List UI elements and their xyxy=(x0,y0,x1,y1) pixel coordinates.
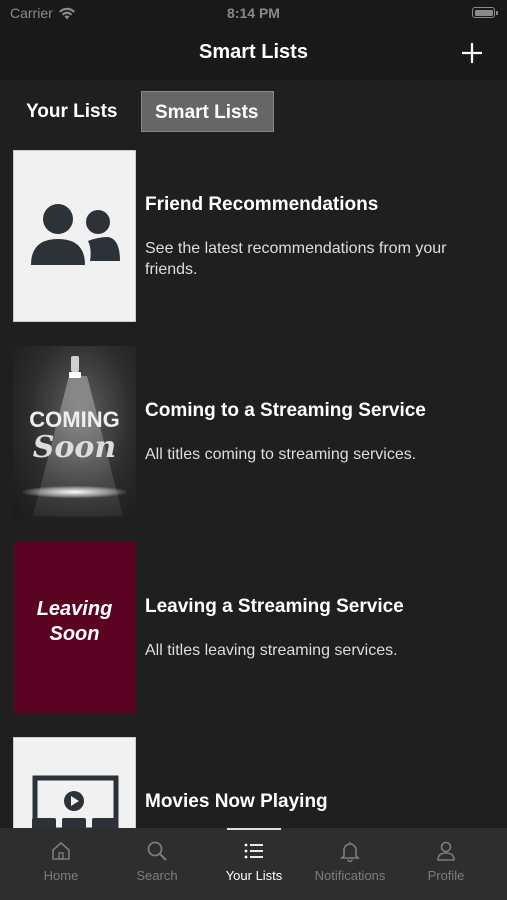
list-thumbnail: Leaving Soon xyxy=(13,542,136,714)
list-item-title: Friend Recommendations xyxy=(145,194,379,215)
tab-label: Home xyxy=(43,868,79,883)
list-thumbnail xyxy=(13,737,136,828)
tab-label: Search xyxy=(136,868,178,883)
leaving-soon-label: Leaving Soon xyxy=(13,597,136,647)
list-item-friend-recommendations[interactable]: Friend Recommendations See the latest re… xyxy=(0,150,507,323)
list-item-title: Leaving a Streaming Service xyxy=(145,596,404,617)
tab-bar: Home Search Your Lists Notifications Pro… xyxy=(0,828,507,900)
list-item-coming-to-streaming[interactable]: COMING Soon Coming to a Streaming Servic… xyxy=(0,346,507,519)
list-thumbnail xyxy=(13,150,136,322)
tab-label: Notifications xyxy=(314,868,386,883)
list-item-description: All titles leaving streaming services. xyxy=(145,642,398,659)
battery-icon xyxy=(472,7,498,18)
page-title: Smart Lists xyxy=(199,41,308,63)
tab-label: Your Lists xyxy=(225,868,283,883)
tab-notifications[interactable]: Notifications xyxy=(305,840,395,890)
navigation-bar: Smart Lists xyxy=(0,28,507,80)
list-item-title: Movies Now Playing xyxy=(145,791,328,812)
movie-screen-icon xyxy=(32,775,119,828)
tab-profile[interactable]: Profile xyxy=(401,840,491,890)
friends-icon xyxy=(31,204,120,265)
tab-your-lists[interactable]: Your Lists xyxy=(13,91,131,132)
tab-search[interactable]: Search xyxy=(112,840,202,890)
leaving-label: Leaving xyxy=(36,598,113,620)
tab-home[interactable]: Home xyxy=(16,840,106,890)
coming-label: COMING xyxy=(29,407,120,432)
list-item-description: All titles coming to streaming services. xyxy=(145,446,417,463)
status-bar: Carrier 8:14 PM xyxy=(0,0,507,28)
tab-smart-lists[interactable]: Smart Lists xyxy=(141,91,274,132)
spotlight-icon xyxy=(69,356,81,378)
list-icon xyxy=(244,843,263,859)
tab-your-lists-nav[interactable]: Your Lists xyxy=(209,840,299,890)
active-tab-indicator xyxy=(227,828,281,830)
list-item-title: Coming to a Streaming Service xyxy=(145,400,426,421)
soon-label: Soon xyxy=(49,623,100,645)
search-icon xyxy=(147,841,167,861)
person-icon xyxy=(437,841,455,861)
list-item-movies-now-playing[interactable]: Movies Now Playing xyxy=(0,737,507,828)
bell-icon xyxy=(340,842,360,862)
list-item-leaving-streaming[interactable]: Leaving Soon Leaving a Streaming Service… xyxy=(0,542,507,715)
list-item-description: See the latest recommendations from your… xyxy=(145,240,447,278)
status-time: 8:14 PM xyxy=(227,5,280,21)
list-type-switcher: Your Lists Smart Lists xyxy=(0,80,507,138)
tab-label: Profile xyxy=(427,868,465,883)
smart-lists: Friend Recommendations See the latest re… xyxy=(0,150,507,828)
add-list-button[interactable] xyxy=(459,40,485,66)
spotlight-floor xyxy=(23,486,126,498)
soon-label: Soon xyxy=(32,430,117,465)
home-icon xyxy=(52,841,70,860)
list-thumbnail: COMING Soon xyxy=(13,346,136,518)
